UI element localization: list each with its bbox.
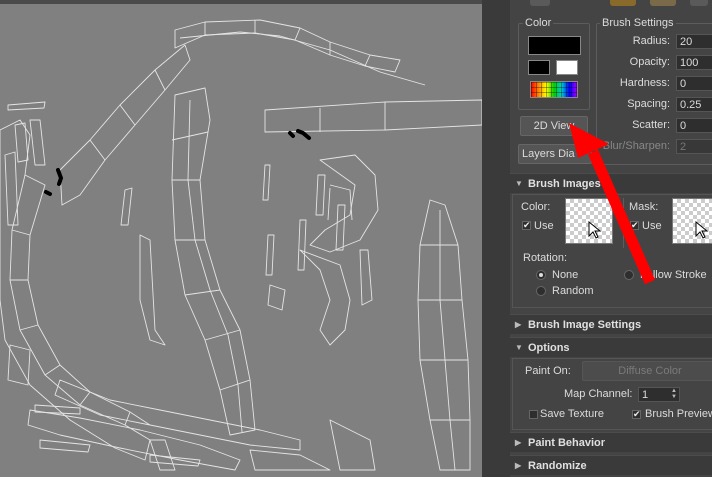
- spacing-label: Spacing:: [627, 98, 670, 110]
- paint-on-button[interactable]: Diffuse Color: [582, 361, 712, 381]
- rotation-none-radio[interactable]: [536, 270, 546, 280]
- uv-shell: [249, 449, 331, 471]
- color-image-label: Color:: [521, 201, 551, 213]
- brush-preview-label: Brush Preview: [645, 408, 712, 420]
- toolbar-button[interactable]: [530, 0, 550, 6]
- uv-shell: [265, 234, 275, 276]
- blur-sharpen-input[interactable]: 2: [676, 139, 712, 154]
- rotation-none-label: None: [552, 269, 579, 281]
- mask-use-checkbox[interactable]: ✔: [630, 221, 639, 230]
- uv-shell: [29, 119, 46, 166]
- uv-shell: [149, 454, 201, 467]
- hardness-label: Hardness:: [619, 77, 670, 89]
- rotation-random-radio[interactable]: [536, 286, 546, 296]
- uv-shell: [264, 99, 482, 133]
- uv-shell: [315, 174, 326, 216]
- uv-shell: [267, 284, 286, 311]
- opacity-label: Opacity:: [629, 56, 670, 68]
- uv-shell: [7, 101, 46, 111]
- opacity-input[interactable]: 100: [676, 55, 712, 70]
- scatter-input[interactable]: 0: [676, 118, 712, 133]
- uv-shell: [359, 249, 373, 306]
- uv-shell: [329, 419, 376, 471]
- uv-shell: [179, 31, 426, 86]
- collapse-triangle-icon: ▼: [515, 343, 523, 352]
- rotation-random-label: Random: [552, 285, 594, 297]
- layers-dialog-button[interactable]: Layers Dia: [518, 144, 592, 164]
- paint-on-label: Paint On:: [525, 365, 571, 377]
- uv-shell: [319, 102, 386, 132]
- 2d-view-button[interactable]: 2D View: [520, 116, 588, 136]
- blur-sharpen-label: Blur/Sharpen:: [602, 140, 670, 152]
- uv-wireframe: [0, 19, 482, 471]
- spacing-input[interactable]: 0.25: [676, 97, 712, 112]
- uv-shell: [297, 219, 307, 271]
- rotation-label: Rotation:: [523, 252, 568, 264]
- expand-triangle-icon: ▶: [515, 461, 522, 470]
- expand-triangle-icon: ▶: [515, 320, 522, 329]
- checkbox-check-icon: ✔: [631, 220, 639, 230]
- foreground-swatch[interactable]: [528, 60, 550, 75]
- background-swatch[interactable]: [556, 60, 578, 75]
- uv-shell: [0, 119, 151, 461]
- mask-image-label: Mask:: [629, 201, 659, 213]
- scatter-label: Scatter:: [632, 119, 670, 131]
- uv-shell: [10, 229, 131, 426]
- map-channel-label: Map Channel:: [564, 388, 633, 400]
- save-texture-checkbox[interactable]: [529, 410, 538, 419]
- toolbar-button[interactable]: [650, 0, 676, 6]
- save-texture-label: Save Texture: [540, 408, 605, 420]
- toolbar-button[interactable]: [610, 0, 636, 6]
- color-brush-image[interactable]: [565, 198, 613, 244]
- uv-shell: [327, 184, 353, 221]
- brush-settings-label: Brush Settings: [600, 17, 676, 29]
- paint-behavior-rollout[interactable]: ▶ Paint Behavior: [510, 432, 712, 452]
- rotation-follow-label: Follow Stroke: [640, 269, 707, 281]
- uv-shell: [187, 99, 243, 433]
- brush-preview-checkbox[interactable]: ✔: [632, 410, 641, 419]
- brush-image-settings-rollout[interactable]: ▶ Brush Image Settings: [510, 314, 712, 334]
- toolbar-button[interactable]: [690, 0, 708, 6]
- uv-shell: [299, 249, 351, 346]
- uv-shell: [59, 44, 191, 206]
- cursor-arrow-icon: [588, 221, 602, 239]
- uv-shell: [89, 69, 166, 161]
- primary-color-swatch[interactable]: [528, 36, 581, 55]
- uv-shell: [120, 187, 133, 226]
- color-use-checkbox[interactable]: ✔: [522, 221, 531, 230]
- paint-strokes: [44, 129, 311, 196]
- separator: [623, 198, 624, 248]
- uv-shell: [24, 174, 151, 426]
- map-channel-input[interactable]: 1 ▲ ▼: [638, 387, 680, 402]
- color-group-label: Color: [523, 17, 554, 29]
- uv-shell: [335, 204, 346, 251]
- color-palette[interactable]: [530, 81, 578, 98]
- mask-use-label: Use: [642, 220, 662, 232]
- panel-divider: [482, 0, 510, 477]
- expand-triangle-icon: ▶: [515, 438, 522, 447]
- radius-input[interactable]: 20: [676, 34, 712, 49]
- uv-viewport[interactable]: [0, 0, 482, 477]
- uv-shell: [262, 164, 271, 201]
- uv-shell: [139, 234, 166, 346]
- cursor-arrow-icon: [695, 221, 709, 239]
- uv-shell: [439, 210, 456, 471]
- spinner-arrows-icon: ▲ ▼: [671, 388, 677, 400]
- randomize-rollout[interactable]: ▶ Randomize: [510, 455, 712, 475]
- radius-label: Radius:: [632, 35, 670, 47]
- mask-brush-image[interactable]: [672, 198, 712, 244]
- checkbox-check-icon: ✔: [523, 220, 531, 230]
- color-use-label: Use: [534, 220, 554, 232]
- brush-images-rollout[interactable]: ▼ Brush Images: [510, 173, 712, 193]
- options-rollout[interactable]: ▼ Options: [510, 337, 712, 357]
- uv-shell: [204, 20, 371, 67]
- uv-shell: [27, 409, 241, 471]
- paint-panel: Color Brush Settings Radius: 20 Opacity:…: [510, 0, 712, 477]
- uv-shell: [39, 439, 91, 453]
- checkbox-check-icon: ✔: [633, 409, 641, 419]
- collapse-triangle-icon: ▼: [515, 179, 523, 188]
- uv-shell: [417, 199, 471, 471]
- rotation-follow-radio[interactable]: [624, 270, 634, 280]
- hardness-input[interactable]: 0: [676, 76, 712, 91]
